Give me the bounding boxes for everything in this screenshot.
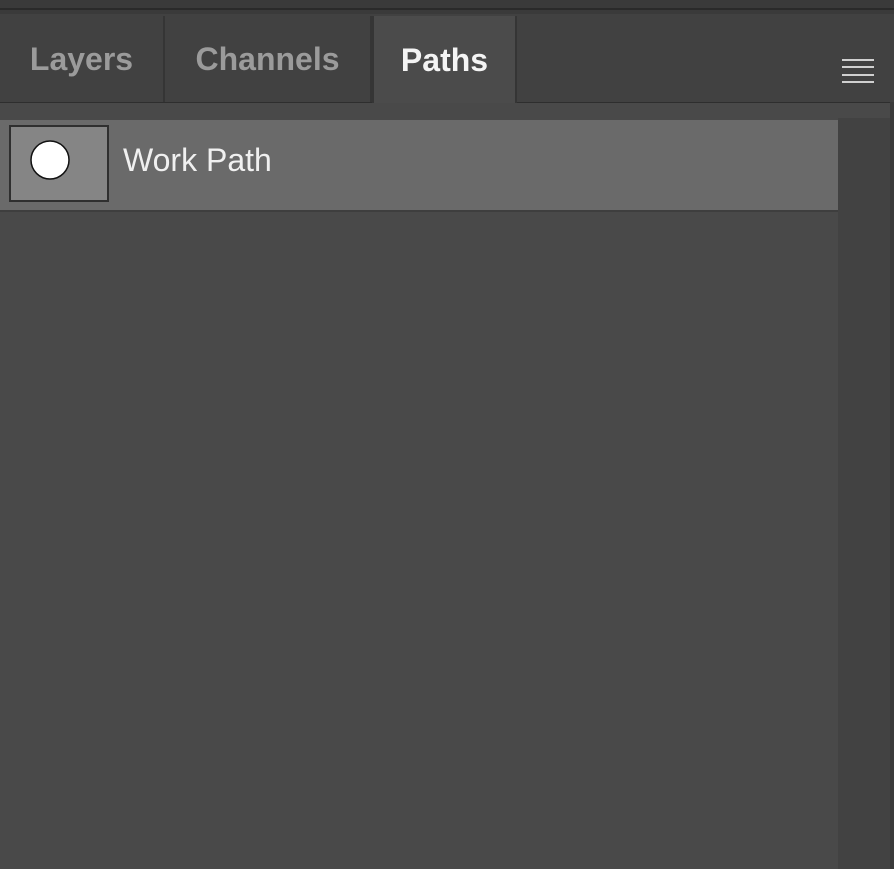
hamburger-menu-icon[interactable] xyxy=(842,59,874,83)
tab-layers[interactable]: Layers xyxy=(0,16,165,102)
panel-top-edge xyxy=(0,0,894,14)
paths-list xyxy=(0,103,838,869)
path-name-label[interactable]: Work Path xyxy=(123,140,272,180)
panel-top-divider xyxy=(0,8,894,10)
panel-tab-bar: Layers Channels Paths xyxy=(0,14,894,104)
paths-panel: Layers Channels Paths Work Path xyxy=(0,0,894,869)
path-row-work-path[interactable]: Work Path xyxy=(0,120,838,212)
panel-right-edge xyxy=(890,102,894,869)
path-thumbnail xyxy=(9,125,109,202)
tab-paths[interactable]: Paths xyxy=(372,16,517,104)
scrollbar-track[interactable] xyxy=(838,118,890,869)
tab-channels[interactable]: Channels xyxy=(165,16,372,102)
circle-shape-icon xyxy=(30,140,70,180)
